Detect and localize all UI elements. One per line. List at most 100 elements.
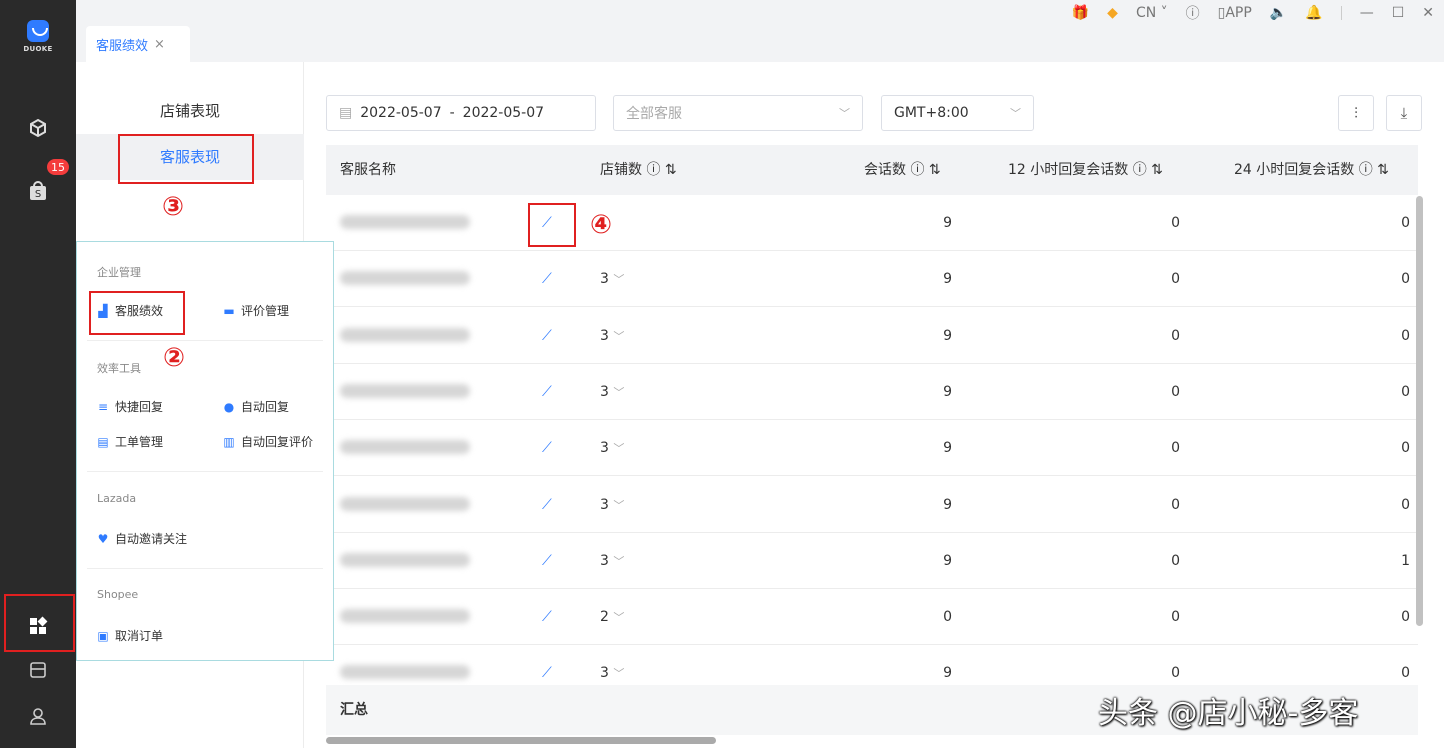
agent-select[interactable]: 全部客服 ﹀ (613, 95, 863, 131)
tab-customer-service-performance[interactable]: 客服绩效 × (86, 26, 190, 62)
minimize-button[interactable]: — (1360, 5, 1374, 21)
header-24h-replies[interactable]: 24 小时回复会话数 ⓘ ⇅ (1234, 145, 1389, 195)
horizontal-scrollbar[interactable] (326, 736, 1418, 744)
menu-item-ticket-management[interactable]: ▤ 工单管理 (97, 433, 163, 450)
timezone-select[interactable]: GMT+8:00 ﹀ (881, 95, 1034, 131)
chevron-down-icon: ﹀ (613, 442, 625, 456)
column-settings-icon[interactable]: ⫶ (1338, 95, 1374, 131)
chevron-down-icon: ﹀ (613, 667, 625, 681)
divider (87, 471, 323, 472)
trend-chart-icon[interactable]: ⟋ (542, 251, 552, 307)
header-shops[interactable]: 店铺数 ⓘ ⇅ (600, 145, 677, 195)
r12-cell: 0 (1171, 271, 1180, 288)
table-row: ⟋ 3 ﹀ 9 0 0 (326, 477, 1418, 533)
speaker-icon[interactable]: 🔈 (1270, 5, 1287, 21)
help-icon[interactable]: ⓘ (1186, 3, 1200, 23)
annotation-4: ④ (590, 210, 613, 240)
shops-cell[interactable]: 3 ﹀ (600, 251, 624, 307)
download-icon[interactable]: ⤓ (1386, 95, 1422, 131)
r12-cell: 0 (1171, 383, 1180, 400)
shops-cell[interactable]: 3 ﹀ (600, 308, 624, 364)
date-range-picker[interactable]: ▤ 2022-05-07 - 2022-05-07 (326, 95, 596, 131)
table-header: 客服名称 店铺数 ⓘ ⇅ 会话数 ⓘ ⇅ 12 小时回复会话数 ⓘ ⇅ 24 小… (326, 145, 1418, 195)
r12-cell: 0 (1171, 327, 1180, 344)
chevron-down-icon: ﹀ (613, 329, 625, 343)
bell-icon[interactable]: 🔔 (1305, 5, 1322, 21)
sessions-cell: 9 (943, 552, 952, 569)
scroll-thumb[interactable] (326, 737, 716, 744)
gift-icon[interactable]: 🎁 (1072, 5, 1089, 21)
trend-chart-icon[interactable]: ⟋ (542, 420, 552, 476)
subnav-store-performance[interactable]: 店铺表现 (76, 88, 304, 134)
maximize-button[interactable]: ☐ (1392, 5, 1405, 21)
shops-cell[interactable]: 3 ﹀ (600, 533, 624, 589)
divider (87, 340, 323, 341)
menu-item-auto-reply[interactable]: ● 自动回复 (223, 398, 289, 415)
r24-cell: 0 (1401, 440, 1410, 457)
divider (1340, 6, 1342, 20)
shops-cell[interactable]: 2 ﹀ (600, 589, 624, 645)
trend-chart-icon[interactable]: ⟋ (542, 589, 552, 645)
ticket-icon: ▤ (97, 434, 109, 449)
tab-close-icon[interactable]: × (154, 37, 165, 52)
app-download[interactable]: ▯APP (1218, 5, 1252, 21)
group-lazada: Lazada (97, 492, 137, 505)
group-shopee: Shopee (97, 588, 139, 601)
r24-cell: 0 (1401, 383, 1410, 400)
vertical-scrollbar[interactable] (1416, 196, 1424, 676)
heart-icon: ♥ (97, 531, 109, 546)
shops-cell[interactable]: 3 ﹀ (600, 477, 624, 533)
language-select[interactable]: CN ˅ (1136, 5, 1168, 21)
table-row: ⟋ 3 ﹀ 9 0 0 (326, 251, 1418, 308)
r24-cell: 0 (1401, 271, 1410, 288)
divider (87, 568, 323, 569)
trend-chart-icon[interactable]: ⟋ (542, 645, 552, 685)
chevron-down-icon: ﹀ (613, 611, 625, 625)
header-sessions[interactable]: 会话数 ⓘ ⇅ (864, 145, 941, 195)
logo-text: DUOKE (23, 45, 53, 53)
titlebar-actions: 🎁 ◆ CN ˅ ⓘ ▯APP 🔈 🔔 — ☐ ✕ (1072, 2, 1434, 24)
table-row: ⟋ 3 ﹀ 9 0 0 (326, 308, 1418, 364)
menu-item-auto-review-reply[interactable]: ▥ 自动回复评价 (223, 433, 313, 450)
scroll-thumb[interactable] (1416, 196, 1423, 626)
trend-chart-icon[interactable]: ⟋ (542, 308, 552, 364)
group-efficiency: 效率工具 (97, 362, 141, 375)
menu-item-review-management[interactable]: ▬ 评价管理 (223, 302, 289, 319)
user-icon[interactable] (24, 702, 52, 730)
shops-cell[interactable]: 3 ﹀ (600, 364, 624, 420)
r12-cell: 0 (1171, 665, 1180, 682)
header-12h-replies[interactable]: 12 小时回复会话数 ⓘ ⇅ (1008, 145, 1163, 195)
trend-chart-icon[interactable]: ⟋ (542, 477, 552, 533)
shops-value: 3 (600, 327, 609, 344)
menu-item-cancel-order[interactable]: ▣ 取消订单 (97, 627, 163, 644)
r12-cell: 0 (1171, 440, 1180, 457)
r12-cell: 0 (1171, 496, 1180, 513)
chevron-down-icon: ﹀ (613, 385, 625, 399)
close-button[interactable]: ✕ (1422, 5, 1434, 21)
svg-text:S: S (35, 189, 41, 200)
shops-cell[interactable]: 3 ﹀ (600, 645, 624, 685)
shopee-bag-icon[interactable]: S (24, 176, 52, 204)
date-end: 2022-05-07 (462, 105, 545, 121)
diamond-icon[interactable]: ◆ (1107, 5, 1118, 21)
chevron-down-icon: ﹀ (613, 498, 625, 512)
shops-value: 3 (600, 496, 609, 513)
comment-icon: ▬ (223, 303, 235, 318)
menu-item-auto-follow-invite[interactable]: ♥ 自动邀请关注 (97, 530, 187, 547)
trend-chart-icon[interactable]: ⟋ (542, 364, 552, 420)
trend-chart-icon[interactable]: ⟋ (542, 533, 552, 589)
menu-item-label: 自动回复 (241, 400, 290, 414)
menu-item-quick-reply[interactable]: ≡ 快捷回复 (97, 398, 163, 415)
sessions-cell: 9 (943, 215, 952, 231)
agent-name-redacted (340, 215, 470, 229)
auto-reply-icon: ● (223, 399, 235, 414)
shops-value: 2 (600, 609, 609, 626)
r24-cell: 0 (1401, 665, 1410, 682)
store-icon[interactable] (24, 656, 52, 684)
products-icon[interactable] (24, 114, 52, 142)
shops-value: 3 (600, 440, 609, 457)
menu-item-label: 评价管理 (241, 304, 290, 318)
shops-cell[interactable]: 3 ﹀ (600, 420, 624, 476)
app-logo[interactable]: DUOKE (22, 20, 54, 60)
shops-value: 3 (600, 552, 609, 569)
